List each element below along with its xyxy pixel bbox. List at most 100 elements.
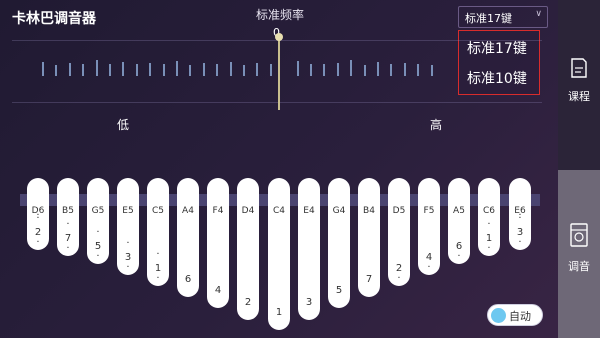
key-note: A5: [453, 206, 465, 216]
octave-dots-below: ·: [427, 262, 431, 273]
key-note: C4: [272, 206, 285, 216]
meter-tick: [417, 64, 420, 76]
octave-dots-below: ·: [156, 273, 160, 284]
meter-tick: [149, 63, 152, 76]
meter-tick: [243, 65, 245, 76]
meter-tick: [403, 63, 406, 76]
meter-tick: [202, 63, 205, 76]
kalimba-key[interactable]: F5 4 ·: [418, 178, 440, 275]
key-degree: 5: [335, 285, 343, 296]
key-note: D4: [241, 206, 255, 216]
meter-tick: [256, 63, 259, 76]
kalimba-key[interactable]: D6 2 · · ·: [27, 178, 49, 250]
kalimba-key[interactable]: G5 5 · ·: [87, 178, 109, 264]
meter-tick: [55, 65, 58, 76]
meter-tick: [189, 65, 192, 76]
kalimba-key[interactable]: A5 6 ·: [448, 178, 470, 264]
kalimba-key[interactable]: G4 5: [328, 178, 350, 308]
chevron-down-icon: ∨: [535, 9, 542, 19]
meter-tick: [216, 64, 219, 76]
auto-label: 自动: [509, 310, 531, 323]
toggle-knob: [491, 308, 506, 323]
kalimba-key[interactable]: B4 7: [358, 178, 380, 297]
octave-dots-below: ·: [397, 273, 401, 284]
meter-tick: [42, 62, 44, 76]
key-note: E4: [303, 206, 315, 216]
kalimba-key[interactable]: D4 2: [237, 178, 259, 320]
tuner-app: 卡林巴调音器 标准频率 标准17键 ∨ 标准17键 标准10键 0 低 高 D6…: [0, 0, 600, 338]
kalimba-key[interactable]: A4 6: [177, 178, 199, 297]
meter-tick: [350, 60, 353, 76]
pitch-needle: [278, 36, 280, 110]
octave-dots-above: ·: [156, 249, 160, 260]
octave-dots-below: ·: [457, 251, 461, 262]
sidebar-item-course[interactable]: 课程: [558, 50, 600, 120]
octave-dots-below: ·: [487, 243, 491, 254]
key-degree: 2: [244, 297, 252, 308]
key-note: C6: [482, 206, 495, 216]
octave-dots-below: ·: [66, 243, 70, 254]
octave-dots-below: ·: [96, 251, 100, 262]
key-note: B5: [62, 206, 74, 216]
sidebar: 课程 调音: [558, 0, 600, 338]
kalimba-key[interactable]: D5 2 ·: [388, 178, 410, 286]
key-note: C5: [151, 206, 164, 216]
tuner-icon: [570, 223, 588, 247]
meter-tick: [176, 61, 178, 76]
octave-dots-above: · ·: [36, 210, 40, 224]
pitch-needle-head: [275, 33, 283, 41]
key-note: F4: [212, 206, 224, 216]
octave-dots-below: ·: [126, 262, 130, 273]
meter-tick: [430, 65, 433, 76]
meter-tick: [377, 62, 379, 76]
meter-tick: [109, 64, 111, 76]
kalimba-key[interactable]: B5 7 · ·: [57, 178, 79, 256]
key-note: G5: [91, 206, 105, 216]
meter-tick: [68, 63, 71, 76]
low-label: 低: [117, 118, 130, 132]
kalimba-key[interactable]: C6 1 · ·: [478, 178, 500, 256]
kalimba-key[interactable]: C4 1: [268, 178, 290, 330]
octave-dots-above: ·: [66, 219, 70, 230]
key-degree: 7: [365, 274, 373, 285]
key-note: D5: [392, 206, 406, 216]
octave-dots-below: ·: [36, 237, 40, 248]
key-degree: 1: [275, 307, 283, 318]
meter-tick: [229, 62, 232, 76]
octave-dots-above: · ·: [518, 210, 522, 224]
kalimba-key[interactable]: E5 3 · ·: [117, 178, 139, 275]
sidebar-label-course: 课程: [568, 90, 590, 103]
key-degree: 3: [305, 297, 313, 308]
meter-tick: [122, 62, 125, 76]
key-note: E5: [122, 206, 134, 216]
key-degree: 4: [214, 285, 222, 296]
meter-bottom-line: [12, 102, 542, 103]
kalimba-key[interactable]: C5 1 · ·: [147, 178, 169, 286]
option-17-keys[interactable]: 标准17键: [467, 38, 527, 58]
meter-tick: [162, 64, 165, 76]
option-10-keys[interactable]: 标准10键: [467, 68, 527, 88]
octave-dots-above: ·: [126, 238, 130, 249]
key-mode-select[interactable]: 标准17键 ∨: [458, 6, 548, 28]
kalimba-key[interactable]: E6 3 · · ·: [509, 178, 531, 250]
meter-tick: [363, 65, 366, 76]
meter-tick: [390, 64, 393, 76]
auto-toggle[interactable]: 自动: [487, 304, 543, 326]
meter-tick: [310, 64, 312, 76]
octave-dots-below: ·: [518, 237, 522, 248]
meter-tick: [296, 61, 299, 76]
meter-tick: [336, 63, 339, 76]
kalimba-key[interactable]: E4 3: [298, 178, 320, 320]
octave-dots-above: ·: [96, 227, 100, 238]
meter-tick: [95, 60, 98, 76]
meter-tick: [135, 64, 138, 76]
meter-tick: [82, 64, 85, 76]
sidebar-label-tuner: 调音: [568, 260, 590, 273]
kalimba-key[interactable]: F4 4: [207, 178, 229, 308]
key-note: F5: [423, 206, 435, 216]
key-mode-value: 标准17键: [465, 12, 512, 25]
high-label: 高: [430, 118, 443, 132]
course-icon: [571, 58, 587, 78]
sidebar-item-tuner[interactable]: 调音: [558, 170, 600, 338]
octave-dots-above: ·: [487, 219, 491, 230]
